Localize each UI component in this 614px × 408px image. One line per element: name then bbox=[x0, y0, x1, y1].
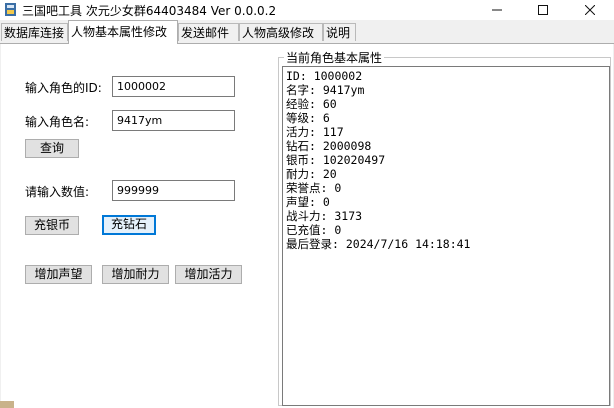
window-title: 三国吧工具 次元少女群64403484 Ver 0.0.0.2 bbox=[22, 4, 277, 18]
tab-basic-attributes[interactable]: 人物基本属性修改 bbox=[68, 20, 178, 44]
close-button[interactable] bbox=[567, 0, 613, 20]
tab-send-mail[interactable]: 发送邮件 bbox=[178, 23, 239, 41]
maximize-icon bbox=[538, 5, 548, 15]
add-vitality-button[interactable]: 增加活力 bbox=[175, 265, 242, 284]
tab-advanced-edit[interactable]: 人物高级修改 bbox=[239, 23, 323, 41]
attr-line: 声望: 0 bbox=[286, 195, 330, 209]
tab-database-connection[interactable]: 数据库连接 bbox=[1, 23, 68, 41]
attr-line: 活力: 117 bbox=[286, 125, 344, 139]
attributes-groupbox-caption: 当前角色基本属性 bbox=[284, 49, 385, 66]
taskbar-edge bbox=[0, 401, 14, 408]
tab-strip: 数据库连接 人物基本属性修改 发送邮件 人物高级修改 说明 bbox=[0, 20, 614, 44]
role-name-input[interactable]: 9417ym bbox=[112, 110, 235, 131]
title-bar[interactable]: 三国吧工具 次元少女群64403484 Ver 0.0.0.2 bbox=[0, 0, 614, 20]
attr-line: 银币: 102020497 bbox=[286, 153, 386, 167]
attr-line: 耐力: 20 bbox=[286, 167, 337, 181]
attr-line: 等级: 6 bbox=[286, 111, 330, 125]
amount-label: 请输入数值: bbox=[25, 185, 90, 199]
attr-line: 荣誉点: 0 bbox=[286, 181, 342, 195]
attr-line: 战斗力: 3173 bbox=[286, 209, 363, 223]
maximize-button[interactable] bbox=[520, 0, 566, 20]
role-id-input[interactable]: 1000002 bbox=[112, 76, 235, 97]
tab-help[interactable]: 说明 bbox=[323, 23, 356, 41]
attributes-list: ID: 1000002 名字: 9417ym 经验: 60 等级: 6 活力: … bbox=[286, 69, 470, 251]
attr-line: 经验: 60 bbox=[286, 97, 337, 111]
add-prestige-button[interactable]: 增加声望 bbox=[25, 265, 92, 284]
role-name-label: 输入角色名: bbox=[25, 115, 90, 129]
attributes-textbox[interactable]: ID: 1000002 名字: 9417ym 经验: 60 等级: 6 活力: … bbox=[282, 66, 610, 406]
amount-input[interactable]: 999999 bbox=[112, 180, 235, 201]
attr-line: 名字: 9417ym bbox=[286, 83, 365, 97]
close-icon bbox=[585, 5, 595, 15]
attr-line: 已充值: 0 bbox=[286, 223, 342, 237]
attr-line: ID: 1000002 bbox=[286, 69, 363, 83]
role-id-label: 输入角色的ID: bbox=[25, 81, 102, 95]
attr-line: 最后登录: 2024/7/16 14:18:41 bbox=[286, 237, 471, 251]
add-silver-button[interactable]: 充银币 bbox=[25, 216, 79, 235]
minimize-button[interactable] bbox=[474, 0, 520, 20]
query-button[interactable]: 查询 bbox=[25, 139, 79, 158]
add-stamina-button[interactable]: 增加耐力 bbox=[102, 265, 169, 284]
minimize-icon bbox=[492, 9, 502, 11]
attr-line: 钻石: 2000098 bbox=[286, 139, 372, 153]
app-icon bbox=[5, 3, 16, 16]
add-diamond-button[interactable]: 充钻石 bbox=[102, 215, 156, 235]
